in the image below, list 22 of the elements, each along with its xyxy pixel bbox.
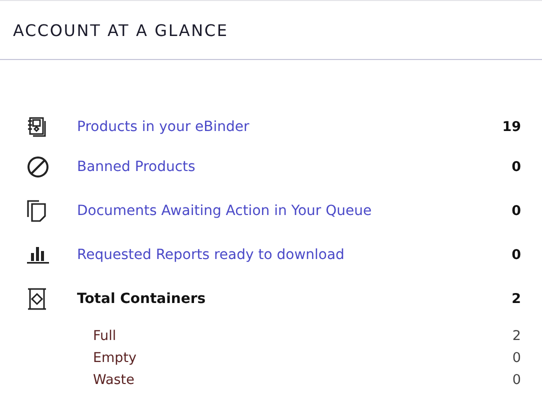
- count-value: 0: [512, 159, 521, 175]
- prohibited-icon: [27, 156, 49, 178]
- summary-link[interactable]: Banned Products: [77, 159, 512, 175]
- summary-link[interactable]: Requested Reports ready to download: [77, 247, 512, 263]
- binder-icon: [27, 117, 47, 137]
- count-value: 2: [512, 291, 521, 307]
- container-count: 2: [512, 328, 521, 344]
- count-value: 0: [512, 247, 521, 263]
- summary-link[interactable]: Products in your eBinder: [77, 119, 502, 135]
- count-value: 0: [512, 203, 521, 219]
- bar-chart-icon: [27, 246, 49, 264]
- container-count: 0: [512, 372, 521, 388]
- summary-label: Total Containers: [77, 291, 207, 307]
- documents-icon: [27, 200, 47, 222]
- count-value: 19: [502, 119, 521, 135]
- container-type-label: Full: [93, 328, 118, 344]
- container-icon: [27, 288, 47, 310]
- container-type-label: Empty: [93, 350, 138, 366]
- container-type-label: Waste: [93, 372, 136, 388]
- summary-link[interactable]: Documents Awaiting Action in Your Queue: [77, 203, 512, 219]
- panel-title: ACCOUNT AT A GLANCE: [13, 20, 228, 40]
- container-count: 0: [512, 350, 521, 366]
